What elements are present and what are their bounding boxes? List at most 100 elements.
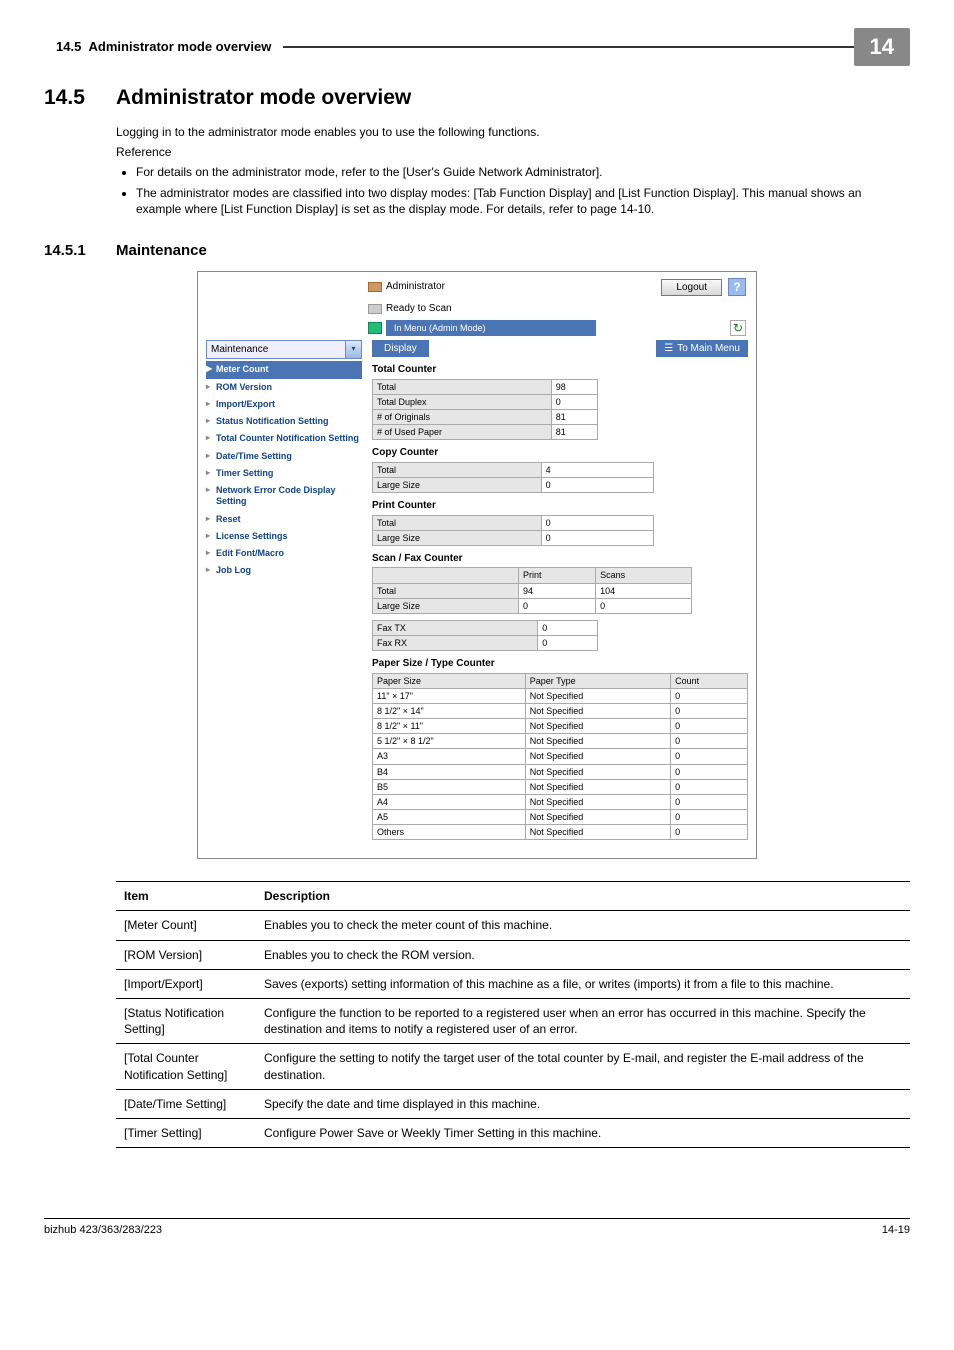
paper-type-cell: Not Specified — [525, 779, 670, 794]
paper-type-cell: Not Specified — [525, 749, 670, 764]
cc-large-value: 0 — [541, 478, 653, 493]
desc-h-item: Item — [116, 882, 256, 911]
paper-size-cell: 8 1/2" × 14" — [373, 703, 526, 718]
paper-size-cell: B5 — [373, 779, 526, 794]
desc-text-cell: Saves (exports) setting information of t… — [256, 969, 910, 998]
table-row: [ROM Version]Enables you to check the RO… — [116, 940, 910, 969]
nav-network-error-code[interactable]: Network Error Code Display Setting — [206, 482, 362, 511]
maintenance-dropdown[interactable]: Maintenance ▾ — [206, 340, 362, 360]
help-button[interactable]: ? — [728, 278, 746, 296]
nav-rom-version[interactable]: ROM Version — [206, 379, 362, 396]
display-button[interactable]: Display — [372, 340, 429, 358]
nav-reset[interactable]: Reset — [206, 511, 362, 528]
pt-h-size: Paper Size — [373, 673, 526, 688]
nav-license[interactable]: License Settings — [206, 528, 362, 545]
paper-size-cell: 8 1/2" × 11" — [373, 719, 526, 734]
item-description-table: Item Description [Meter Count]Enables yo… — [116, 881, 910, 1148]
table-row: [Timer Setting]Configure Power Save or W… — [116, 1118, 910, 1147]
total-counter-table: Total98 Total Duplex0 # of Originals81 #… — [372, 379, 598, 441]
fax-tx-label: Fax TX — [373, 620, 538, 635]
intro-bullet-2: The administrator modes are classified i… — [136, 185, 910, 217]
footer-left: bizhub 423/363/283/223 — [44, 1223, 162, 1238]
tc-duplex-value: 0 — [551, 395, 597, 410]
pc-total-label: Total — [373, 515, 542, 530]
administrator-label: Administrator — [386, 280, 445, 294]
header-section-no: 14.5 — [56, 39, 81, 54]
paper-count-cell: 0 — [671, 779, 748, 794]
pt-h-type: Paper Type — [525, 673, 670, 688]
paper-type-cell: Not Specified — [525, 809, 670, 824]
ready-icon — [368, 304, 382, 314]
cc-total-value: 4 — [541, 462, 653, 477]
nav-edit-font-macro[interactable]: Edit Font/Macro — [206, 545, 362, 562]
pc-total-value: 0 — [541, 515, 653, 530]
header-rule — [283, 46, 853, 48]
paper-type-cell: Not Specified — [525, 719, 670, 734]
paper-count-cell: 0 — [671, 719, 748, 734]
ready-label: Ready to Scan — [386, 302, 452, 316]
fax-tx-value: 0 — [538, 620, 597, 635]
desc-text-cell: Configure the function to be reported to… — [256, 998, 910, 1043]
paper-type-cell: Not Specified — [525, 688, 670, 703]
table-row: 11" × 17"Not Specified0 — [373, 688, 748, 703]
nav-panel: Maintenance ▾ Meter Count ROM Version Im… — [198, 340, 368, 858]
header-section-label: Administrator mode overview — [89, 39, 272, 54]
to-main-menu-button[interactable]: ☰ To Main Menu — [656, 340, 748, 358]
menu-icon: ☰ — [664, 342, 673, 356]
nav-total-counter-notification[interactable]: Total Counter Notification Setting — [206, 430, 362, 447]
admin-screenshot: Administrator Logout ? Ready to Scan In … — [197, 271, 757, 859]
table-row: B4Not Specified0 — [373, 764, 748, 779]
desc-text-cell: Specify the date and time displayed in t… — [256, 1089, 910, 1118]
copy-counter-heading: Copy Counter — [372, 446, 748, 460]
cc-large-label: Large Size — [373, 478, 542, 493]
nav-import-export[interactable]: Import/Export — [206, 396, 362, 413]
desc-item-cell: [Timer Setting] — [116, 1118, 256, 1147]
sf-print-head: Print — [518, 568, 595, 583]
print-counter-heading: Print Counter — [372, 499, 748, 513]
desc-item-cell: [Date/Time Setting] — [116, 1089, 256, 1118]
intro-bullet-1: For details on the administrator mode, r… — [136, 164, 910, 180]
desc-text-cell: Configure Power Save or Weekly Timer Set… — [256, 1118, 910, 1147]
table-row: [Total Counter Notification Setting]Conf… — [116, 1044, 910, 1089]
paper-type-table: Paper Size Paper Type Count 11" × 17"Not… — [372, 673, 748, 841]
table-row: A4Not Specified0 — [373, 794, 748, 809]
sf-scans-head: Scans — [596, 568, 691, 583]
desc-item-cell: [ROM Version] — [116, 940, 256, 969]
chevron-down-icon: ▾ — [346, 340, 362, 360]
nav-date-time[interactable]: Date/Time Setting — [206, 448, 362, 465]
paper-size-cell: 5 1/2" × 8 1/2" — [373, 734, 526, 749]
tc-used-value: 81 — [551, 425, 597, 440]
desc-text-cell: Enables you to check the meter count of … — [256, 911, 910, 940]
page-footer: bizhub 423/363/283/223 14-19 — [44, 1218, 910, 1238]
paper-count-cell: 0 — [671, 703, 748, 718]
nav-job-log[interactable]: Job Log — [206, 562, 362, 579]
logout-button[interactable]: Logout — [661, 279, 722, 296]
tc-total-label: Total — [373, 379, 552, 394]
sf-large-label: Large Size — [373, 598, 519, 613]
desc-text-cell: Enables you to check the ROM version. — [256, 940, 910, 969]
paper-size-cell: A4 — [373, 794, 526, 809]
subsection-title: 14.5.1Maintenance — [44, 241, 910, 261]
nav-meter-count[interactable]: Meter Count — [206, 361, 362, 378]
table-row: OthersNot Specified0 — [373, 825, 748, 840]
paper-count-cell: 0 — [671, 809, 748, 824]
admin-icon — [368, 282, 382, 292]
nav-status-notification[interactable]: Status Notification Setting — [206, 413, 362, 430]
table-row: 8 1/2" × 11"Not Specified0 — [373, 719, 748, 734]
scanfax-counter-heading: Scan / Fax Counter — [372, 552, 748, 566]
cc-total-label: Total — [373, 462, 542, 477]
subsection-text: Maintenance — [116, 242, 207, 259]
fax-rx-label: Fax RX — [373, 636, 538, 651]
sf-large-scans: 0 — [596, 598, 691, 613]
table-row: [Status Notification Setting]Configure t… — [116, 998, 910, 1043]
fax-rx-value: 0 — [538, 636, 597, 651]
mode-icon — [368, 322, 382, 334]
refresh-button[interactable]: ↻ — [730, 320, 746, 336]
paper-type-cell: Not Specified — [525, 703, 670, 718]
scanfax-table: PrintScans Total94104 Large Size00 — [372, 567, 692, 613]
paper-count-cell: 0 — [671, 825, 748, 840]
tc-duplex-label: Total Duplex — [373, 395, 552, 410]
nav-timer[interactable]: Timer Setting — [206, 465, 362, 482]
section-number: 14.5 — [44, 84, 116, 112]
total-counter-heading: Total Counter — [372, 363, 748, 377]
